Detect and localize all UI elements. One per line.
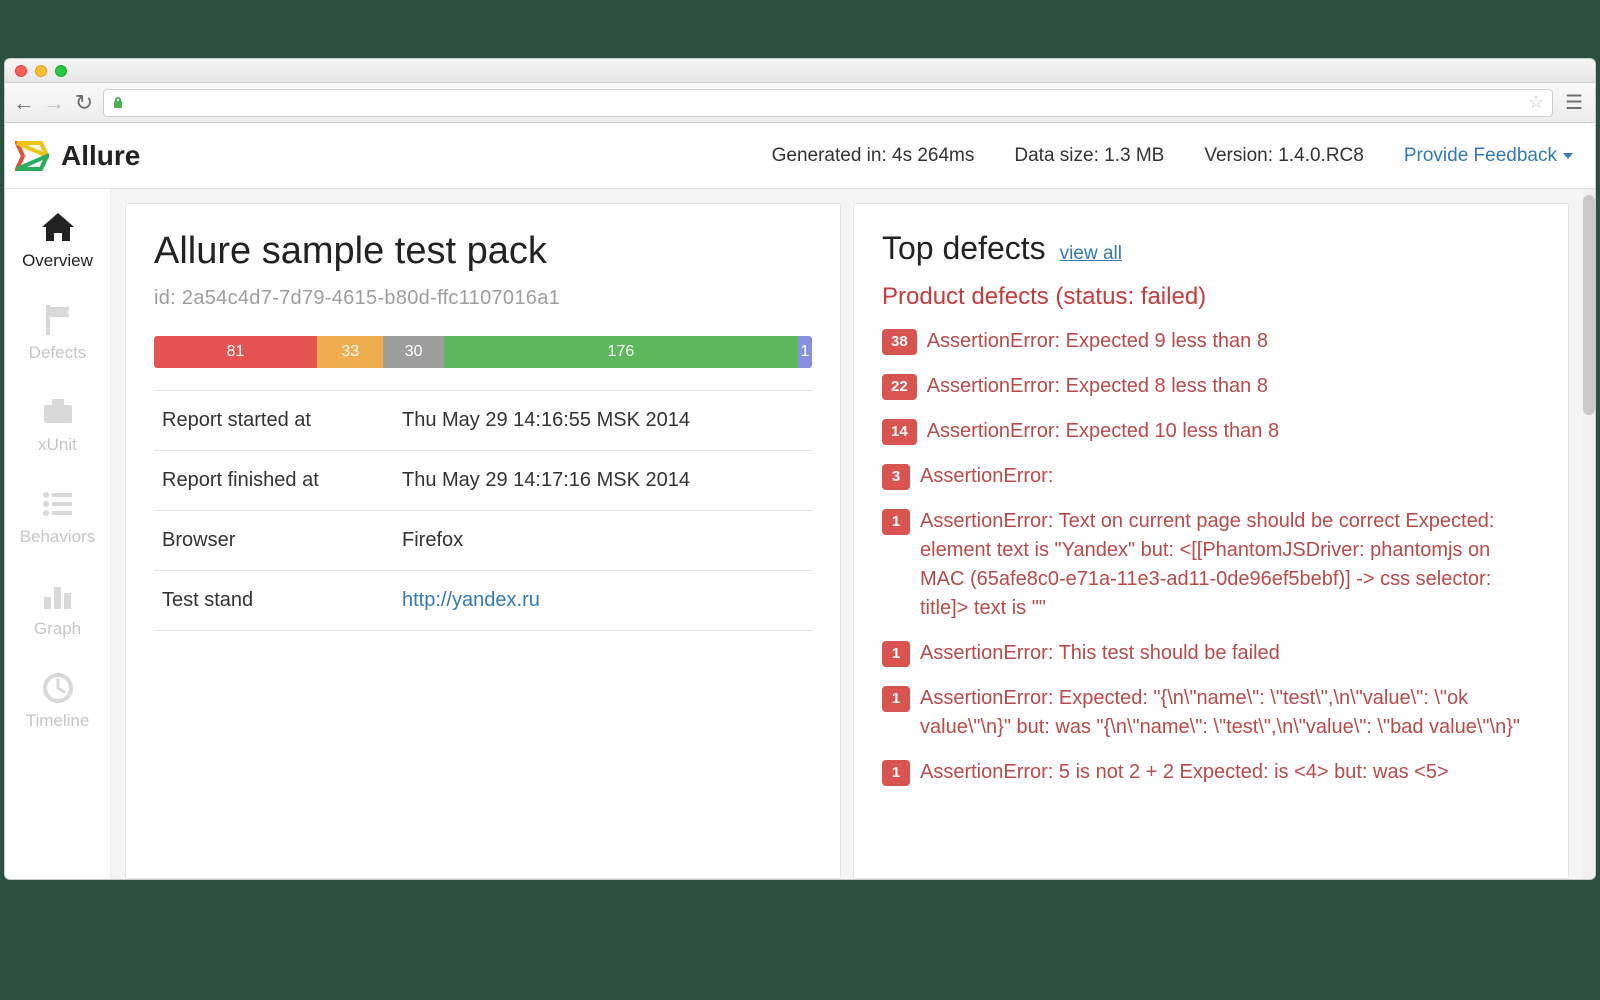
lock-icon <box>112 97 124 109</box>
sidebar-item-behaviors[interactable]: Behaviors <box>5 473 110 565</box>
sidebar-item-xunit[interactable]: xUnit <box>5 381 110 473</box>
defect-text: AssertionError: This test should be fail… <box>920 639 1540 668</box>
table-row: Browser Firefox <box>154 511 812 571</box>
reload-button[interactable]: ↻ <box>73 92 95 114</box>
bar-chart-icon <box>39 579 77 613</box>
test-stand-link[interactable]: http://yandex.ru <box>402 589 540 611</box>
zoom-window-dot[interactable] <box>55 65 67 77</box>
header-stats: Generated in: 4s 264ms Data size: 1.3 MB… <box>772 145 1573 167</box>
status-seg-pending[interactable]: 1 <box>798 336 812 368</box>
info-table: Report started at Thu May 29 14:16:55 MS… <box>154 390 812 631</box>
close-window-dot[interactable] <box>15 65 27 77</box>
table-row: Test stand http://yandex.ru <box>154 571 812 631</box>
report-id: id: 2a54c4d7-7d79-4615-b80d-ffc1107016a1 <box>154 287 812 310</box>
version: Version: 1.4.0.RC8 <box>1204 145 1363 167</box>
forward-button[interactable]: → <box>43 92 65 114</box>
sidebar-item-timeline[interactable]: Timeline <box>5 657 110 749</box>
defect-text: AssertionError: <box>920 462 1540 491</box>
provide-feedback-link[interactable]: Provide Feedback <box>1404 145 1573 167</box>
defect-row[interactable]: 38 AssertionError: Expected 9 less than 8 <box>882 327 1540 356</box>
briefcase-icon <box>39 395 77 429</box>
allure-logo-icon <box>15 139 49 173</box>
bookmark-star-icon[interactable]: ☆ <box>1528 92 1544 113</box>
data-size: Data size: 1.3 MB <box>1014 145 1164 167</box>
defect-count-badge: 1 <box>882 760 910 786</box>
defect-text: AssertionError: 5 is not 2 + 2 Expected:… <box>920 758 1540 787</box>
defect-row[interactable]: 22 AssertionError: Expected 8 less than 8 <box>882 372 1540 401</box>
chevron-down-icon <box>1563 153 1573 159</box>
list-icon <box>39 487 77 521</box>
browser-toolbar: ← → ↻ ☆ ☰ <box>5 83 1595 123</box>
page-title: Allure sample test pack <box>154 230 812 273</box>
app-header: Allure Generated in: 4s 264ms Data size:… <box>5 123 1595 189</box>
defect-row[interactable]: 1 AssertionError: This test should be fai… <box>882 639 1540 668</box>
defect-row[interactable]: 1 AssertionError: Expected: "{\n\"name\":… <box>882 684 1540 742</box>
titlebar <box>5 59 1595 83</box>
status-seg-broken[interactable]: 33 <box>317 336 383 368</box>
defect-count-badge: 22 <box>882 374 917 400</box>
status-seg-passed[interactable]: 176 <box>444 336 798 368</box>
defect-text: AssertionError: Text on current page sho… <box>920 507 1540 623</box>
defect-row[interactable]: 1 AssertionError: 5 is not 2 + 2 Expected… <box>882 758 1540 787</box>
status-bar: 81 33 30 176 1 <box>154 336 812 368</box>
defects-subtitle: Product defects (status: failed) <box>882 283 1540 311</box>
table-row: Report finished at Thu May 29 14:17:16 M… <box>154 451 812 511</box>
defects-panel: Top defects view all Product defects (st… <box>853 203 1569 879</box>
browser-window: ← → ↻ ☆ ☰ Allure Generated <box>4 58 1596 880</box>
defect-text: AssertionError: Expected 9 less than 8 <box>927 327 1540 356</box>
defect-count-badge: 38 <box>882 329 917 355</box>
minimize-window-dot[interactable] <box>35 65 47 77</box>
defect-text: AssertionError: Expected 10 less than 8 <box>927 417 1540 446</box>
defect-row[interactable]: 1 AssertionError: Text on current page sh… <box>882 507 1540 623</box>
clock-icon <box>39 671 77 705</box>
defect-count-badge: 1 <box>882 641 910 667</box>
defect-count-badge: 3 <box>882 464 910 490</box>
scrollbar[interactable] <box>1583 189 1595 879</box>
defect-row[interactable]: 14 AssertionError: Expected 10 less than … <box>882 417 1540 446</box>
status-seg-skipped[interactable]: 30 <box>383 336 443 368</box>
defect-text: AssertionError: Expected 8 less than 8 <box>927 372 1540 401</box>
sidebar: Overview Defects xUnit Behaviors <box>5 189 111 879</box>
generated-in: Generated in: 4s 264ms <box>772 145 975 167</box>
home-icon <box>39 211 77 245</box>
page-content: Allure Generated in: 4s 264ms Data size:… <box>5 123 1595 879</box>
view-all-link[interactable]: view all <box>1060 243 1122 265</box>
defects-title: Top defects view all <box>882 230 1540 267</box>
scroll-thumb[interactable] <box>1583 195 1595 415</box>
table-row: Report started at Thu May 29 14:16:55 MS… <box>154 391 812 451</box>
defect-row[interactable]: 3 AssertionError: <box>882 462 1540 491</box>
defect-text: AssertionError: Expected: "{\n\"name\": … <box>920 684 1540 742</box>
status-seg-failed[interactable]: 81 <box>154 336 317 368</box>
hamburger-menu-icon[interactable]: ☰ <box>1561 90 1587 115</box>
back-button[interactable]: ← <box>13 92 35 114</box>
brand-name: Allure <box>61 140 140 172</box>
defect-count-badge: 14 <box>882 419 917 445</box>
url-bar[interactable]: ☆ <box>103 89 1553 117</box>
defect-count-badge: 1 <box>882 686 910 712</box>
defect-count-badge: 1 <box>882 509 910 535</box>
sidebar-item-overview[interactable]: Overview <box>5 197 110 289</box>
flag-icon <box>39 303 77 337</box>
overview-panel: Allure sample test pack id: 2a54c4d7-7d7… <box>125 203 841 879</box>
sidebar-item-defects[interactable]: Defects <box>5 289 110 381</box>
sidebar-item-graph[interactable]: Graph <box>5 565 110 657</box>
